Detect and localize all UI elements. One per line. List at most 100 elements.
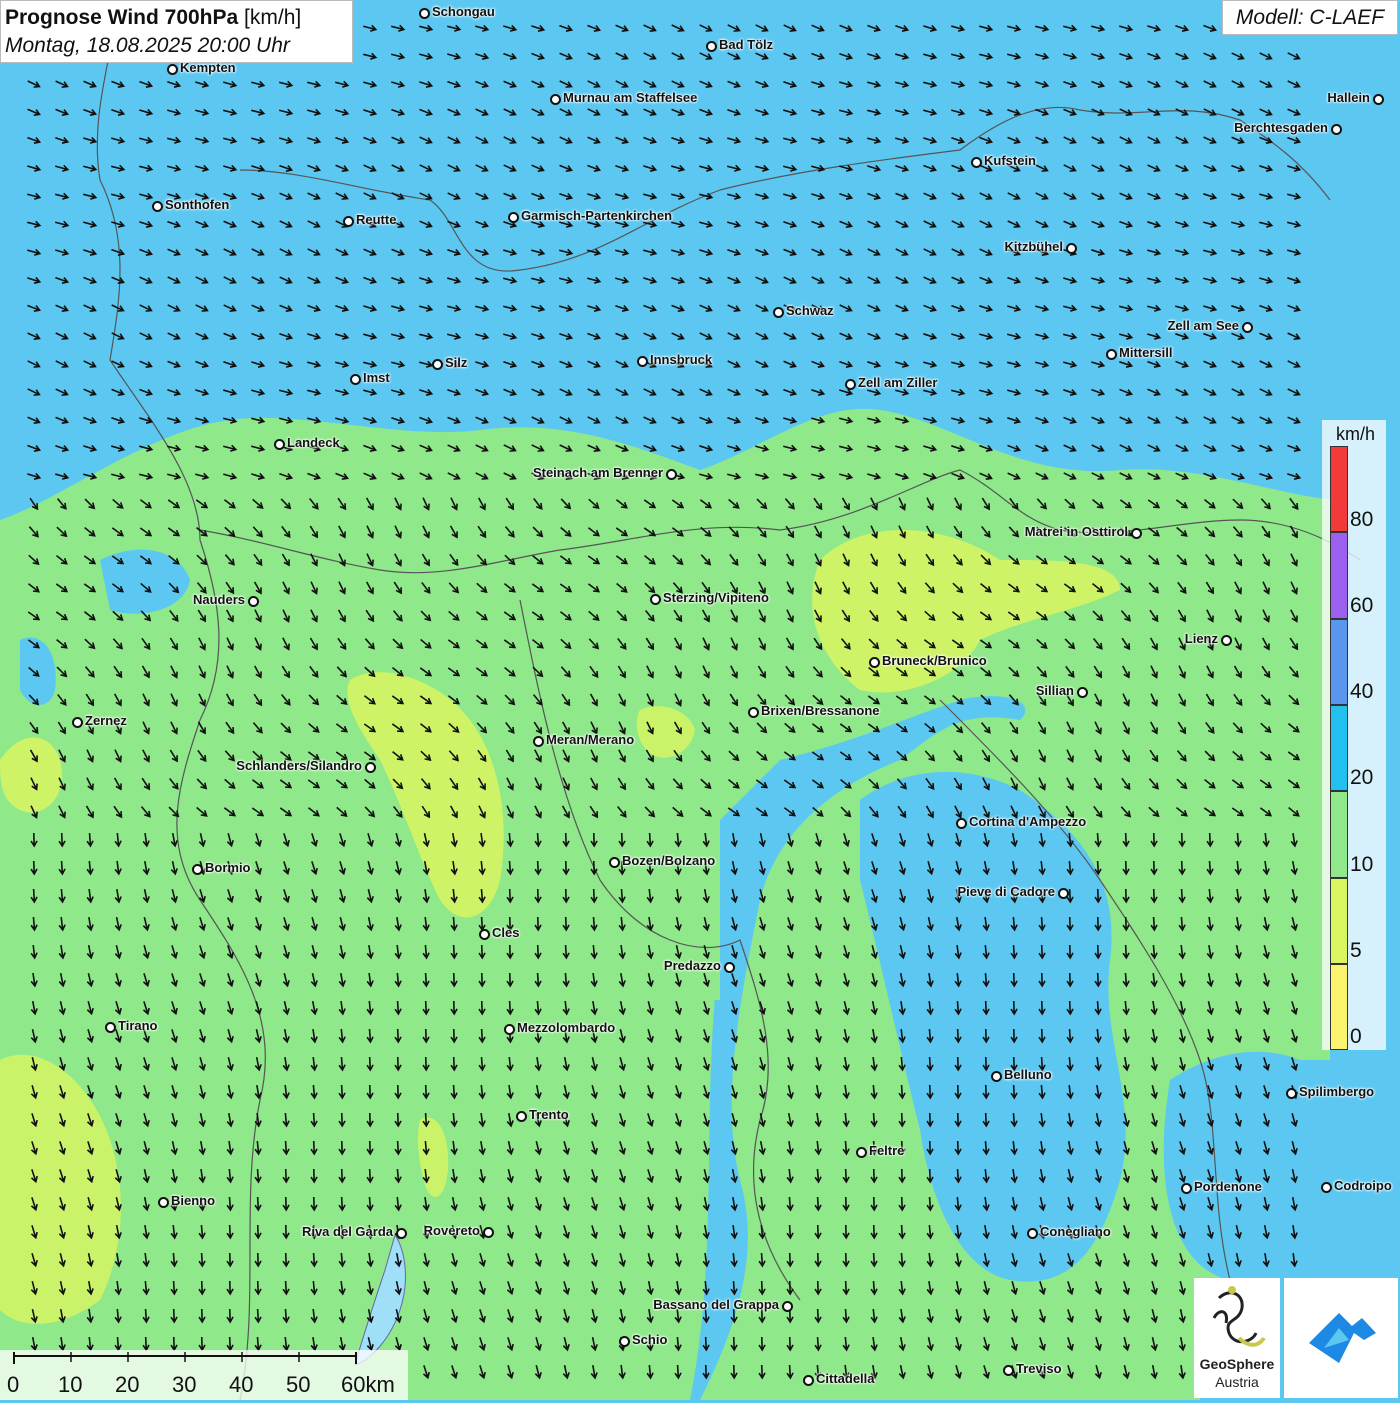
- city-marker-spilimbergo[interactable]: [1286, 1088, 1297, 1099]
- city-marker-schongau[interactable]: [419, 8, 430, 19]
- scale-label-0: 0: [7, 1372, 20, 1397]
- city-marker-treviso[interactable]: [1003, 1365, 1014, 1376]
- city-marker-meran-merano[interactable]: [533, 736, 544, 747]
- city-marker-bruneck-brunico[interactable]: [869, 657, 880, 668]
- city-marker-bienno[interactable]: [158, 1197, 169, 1208]
- city-marker-matrei-in-osttirol[interactable]: [1131, 528, 1142, 539]
- city-marker-bozen-bolzano[interactable]: [609, 857, 620, 868]
- legend-label-0: 0: [1350, 1025, 1362, 1048]
- city-marker-murnau-am-staffelsee[interactable]: [550, 94, 561, 105]
- city-marker-berchtesgaden[interactable]: [1331, 124, 1342, 135]
- city-label-imst: Imst: [363, 370, 390, 385]
- city-marker-bassano-del-grappa[interactable]: [782, 1301, 793, 1312]
- city-marker-garmisch-partenkirchen[interactable]: [508, 212, 519, 223]
- map-title-unit: [km/h]: [244, 6, 302, 29]
- city-label-bruneck-brunico: Bruneck/Brunico: [882, 653, 987, 668]
- legend-bar-5-10: [1330, 878, 1348, 964]
- city-label-kufstein: Kufstein: [984, 153, 1036, 168]
- city-label-spilimbergo: Spilimbergo: [1299, 1084, 1375, 1099]
- scale-label-20: 20: [115, 1372, 140, 1397]
- city-marker-bad-t-lz[interactable]: [706, 41, 717, 52]
- city-label-zell-am-see: Zell am See: [1167, 318, 1239, 333]
- city-marker-brixen-bressanone[interactable]: [748, 707, 759, 718]
- city-marker-tirano[interactable]: [105, 1022, 116, 1033]
- color-legend: km/h 80 60 40 20 10 5 0: [1322, 420, 1386, 1050]
- scale-label-60km: 60km: [341, 1372, 395, 1397]
- city-marker-pieve-di-cadore[interactable]: [1058, 888, 1069, 899]
- city-marker-belluno[interactable]: [991, 1071, 1002, 1082]
- city-marker-zernez[interactable]: [72, 717, 83, 728]
- city-label-pordenone: Pordenone: [1194, 1179, 1262, 1194]
- app-logo[interactable]: [1284, 1278, 1398, 1398]
- city-label-kitzb-hel: Kitzbühel: [1004, 239, 1064, 254]
- city-label-feltre: Feltre: [869, 1143, 905, 1158]
- city-label-belluno: Belluno: [1004, 1067, 1052, 1082]
- city-marker-schio[interactable]: [619, 1336, 630, 1347]
- city-label-rovereto: Rovereto: [423, 1223, 480, 1238]
- city-marker-kitzb-hel[interactable]: [1066, 243, 1077, 254]
- city-marker-innsbruck[interactable]: [637, 356, 648, 367]
- city-label-tirano: Tirano: [118, 1018, 158, 1033]
- city-marker-reutte[interactable]: [343, 216, 354, 227]
- city-marker-rovereto[interactable]: [483, 1227, 494, 1238]
- scale-label-50: 50: [286, 1372, 311, 1397]
- city-marker-predazzo[interactable]: [724, 962, 735, 973]
- city-label-meran-merano: Meran/Merano: [546, 732, 635, 747]
- city-label-cles: Cles: [492, 925, 520, 940]
- city-marker-lienz[interactable]: [1221, 635, 1232, 646]
- city-marker-zell-am-ziller[interactable]: [845, 379, 856, 390]
- city-marker-silz[interactable]: [432, 359, 443, 370]
- city-marker-kufstein[interactable]: [971, 157, 982, 168]
- city-label-silz: Silz: [445, 355, 468, 370]
- city-marker-codroipo[interactable]: [1321, 1182, 1332, 1193]
- city-label-bormio: Bormio: [205, 860, 251, 875]
- city-marker-riva-del-garda[interactable]: [396, 1228, 407, 1239]
- city-marker-sillian[interactable]: [1077, 687, 1088, 698]
- city-label-sonthofen: Sonthofen: [165, 197, 230, 212]
- title-box: Prognose Wind 700hPa [km/h] Montag, 18.0…: [0, 0, 353, 63]
- legend-bar-60-80: [1330, 532, 1348, 619]
- geosphere-logo[interactable]: GeoSphere Austria: [1194, 1278, 1280, 1398]
- city-label-schwaz: Schwaz: [786, 303, 834, 318]
- city-marker-cortina-d-ampezzo[interactable]: [956, 818, 967, 829]
- city-marker-conegliano[interactable]: [1027, 1228, 1038, 1239]
- geosphere-logo-text-1: GeoSphere: [1199, 1356, 1275, 1372]
- city-marker-schlanders-silandro[interactable]: [365, 762, 376, 773]
- city-label-bozen-bolzano: Bozen/Bolzano: [622, 853, 716, 868]
- city-marker-sterzing-vipiteno[interactable]: [650, 594, 661, 605]
- city-marker-cittadella[interactable]: [803, 1375, 814, 1386]
- city-marker-kempten[interactable]: [167, 64, 178, 75]
- city-marker-hallein[interactable]: [1373, 94, 1384, 105]
- city-label-zell-am-ziller: Zell am Ziller: [858, 375, 938, 390]
- city-label-schio: Schio: [632, 1332, 668, 1347]
- city-label-garmisch-partenkirchen: Garmisch-Partenkirchen: [521, 208, 673, 223]
- scale-label-30: 30: [172, 1372, 197, 1397]
- city-label-brixen-bressanone: Brixen/Bressanone: [761, 703, 880, 718]
- city-marker-mittersill[interactable]: [1106, 349, 1117, 360]
- city-marker-landeck[interactable]: [274, 439, 285, 450]
- legend-label-20: 20: [1350, 766, 1374, 789]
- city-marker-zell-am-see[interactable]: [1242, 322, 1253, 333]
- city-marker-steinach-am-brenner[interactable]: [666, 469, 677, 480]
- city-marker-trento[interactable]: [516, 1111, 527, 1122]
- city-marker-sonthofen[interactable]: [152, 201, 163, 212]
- city-marker-schwaz[interactable]: [773, 307, 784, 318]
- city-marker-bormio[interactable]: [192, 864, 203, 875]
- city-label-cittadella: Cittadella: [816, 1371, 875, 1386]
- city-marker-imst[interactable]: [350, 374, 361, 385]
- city-label-schongau: Schongau: [432, 4, 495, 19]
- city-label-matrei-in-osttirol: Matrei in Osttirol: [1024, 524, 1128, 539]
- mountain-logo-icon: [1309, 1313, 1376, 1363]
- city-label-codroipo: Codroipo: [1334, 1178, 1392, 1193]
- city-marker-pordenone[interactable]: [1181, 1183, 1192, 1194]
- city-marker-nauders[interactable]: [248, 596, 259, 607]
- scale-label-40: 40: [229, 1372, 254, 1397]
- city-marker-mezzolombardo[interactable]: [504, 1024, 515, 1035]
- city-label-schlanders-silandro: Schlanders/Silandro: [236, 758, 362, 773]
- legend-unit: km/h: [1336, 424, 1376, 444]
- city-label-treviso: Treviso: [1016, 1361, 1062, 1376]
- city-marker-feltre[interactable]: [856, 1147, 867, 1158]
- city-label-mittersill: Mittersill: [1119, 345, 1173, 360]
- city-label-sterzing-vipiteno: Sterzing/Vipiteno: [663, 590, 769, 605]
- city-marker-cles[interactable]: [479, 929, 490, 940]
